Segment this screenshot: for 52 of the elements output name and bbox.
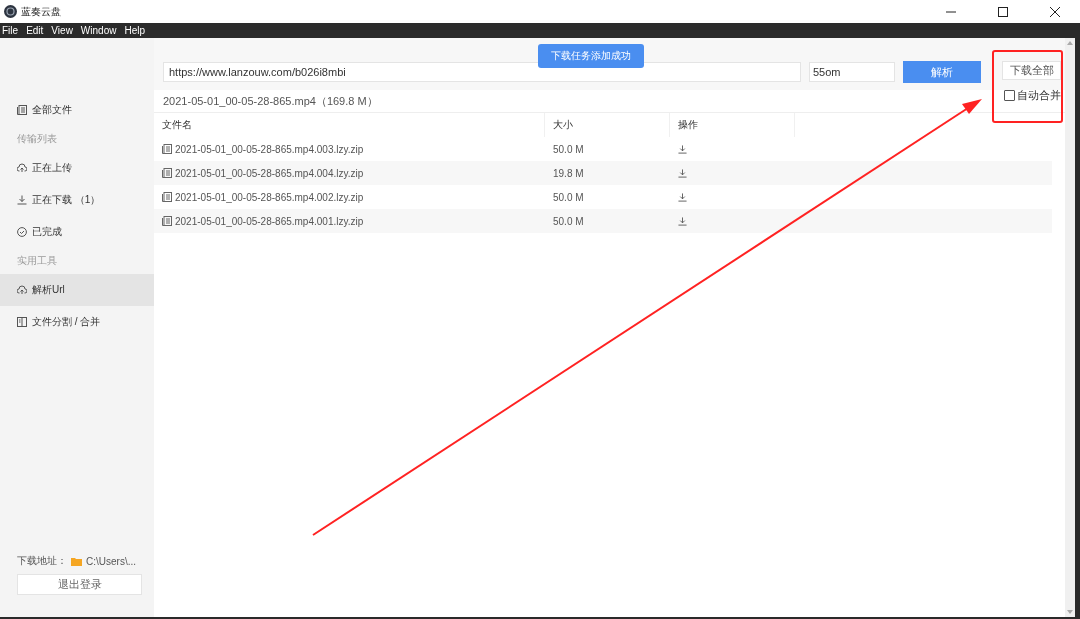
- menu-item[interactable]: View: [51, 25, 73, 36]
- file-name: 2021-05-01_00-05-28-865.mp4.003.lzy.zip: [175, 143, 364, 155]
- cloud-upload-icon: [17, 163, 27, 173]
- download-all-button[interactable]: 下载全部: [1002, 61, 1061, 80]
- menu-item[interactable]: Edit: [26, 25, 44, 36]
- sidebar-item[interactable]: 文件分割 / 合并: [0, 306, 154, 338]
- sidebar-item[interactable]: 正在下载 （1）: [0, 184, 154, 216]
- document-icon: [162, 192, 172, 202]
- file-size: 50.0 M: [553, 143, 584, 155]
- checkbox[interactable]: [1004, 90, 1015, 101]
- menu-item[interactable]: File: [2, 25, 19, 36]
- column-header: 文件名: [154, 113, 545, 137]
- column-header: 操作: [670, 113, 795, 137]
- menu-item[interactable]: Window: [80, 25, 117, 36]
- close-icon[interactable]: [1050, 6, 1060, 17]
- code-input[interactable]: 55om: [809, 62, 895, 82]
- success-toast: 下载任务添加成功: [538, 44, 644, 68]
- download-path[interactable]: C:\Users\...: [86, 555, 136, 567]
- download-icon[interactable]: [678, 168, 687, 178]
- file-size: 19.8 M: [553, 167, 584, 179]
- download-icon[interactable]: [678, 192, 687, 202]
- maximize-icon[interactable]: [998, 6, 1008, 17]
- file-name: 2021-05-01_00-05-28-865.mp4.002.lzy.zip: [175, 191, 364, 203]
- sidebar-item[interactable]: 正在上传: [0, 152, 154, 184]
- sidebar-heading: 实用工具: [16, 254, 58, 268]
- sidebar-item[interactable]: 全部文件: [0, 94, 154, 126]
- download-icon: [17, 195, 27, 205]
- sidebar-item[interactable]: 已完成: [0, 216, 154, 248]
- document-icon: [162, 168, 172, 178]
- logout-button[interactable]: 退出登录: [17, 574, 142, 595]
- folder-icon: [71, 556, 82, 566]
- document-icon: [162, 216, 172, 226]
- column-header: 大小: [545, 113, 670, 137]
- document-icon: [17, 105, 27, 115]
- file-size: 50.0 M: [553, 215, 584, 227]
- cloud-upload-icon: [17, 285, 27, 295]
- check-circle-icon: [17, 227, 27, 237]
- document-icon: [162, 144, 172, 154]
- menu-item[interactable]: Help: [124, 25, 145, 36]
- file-name: 2021-05-01_00-05-28-865.mp4.001.lzy.zip: [175, 215, 364, 227]
- app-logo-icon: [4, 5, 17, 18]
- checkbox-label[interactable]: 自动合并: [1017, 88, 1061, 103]
- download-icon[interactable]: [678, 144, 687, 154]
- file-name: 2021-05-01_00-05-28-865.mp4.004.lzy.zip: [175, 167, 364, 179]
- sidebar-heading: 传输列表: [16, 132, 58, 146]
- download-path-label: 下载地址：: [17, 554, 67, 568]
- split-panel-icon: [17, 317, 27, 327]
- file-size: 50.0 M: [553, 191, 584, 203]
- sidebar-item[interactable]: 解析Url: [0, 274, 154, 306]
- download-icon[interactable]: [678, 216, 687, 226]
- window-title: 蓝奏云盘: [21, 4, 61, 19]
- url-input[interactable]: https://www.lanzouw.com/b026i8mbi: [163, 62, 801, 82]
